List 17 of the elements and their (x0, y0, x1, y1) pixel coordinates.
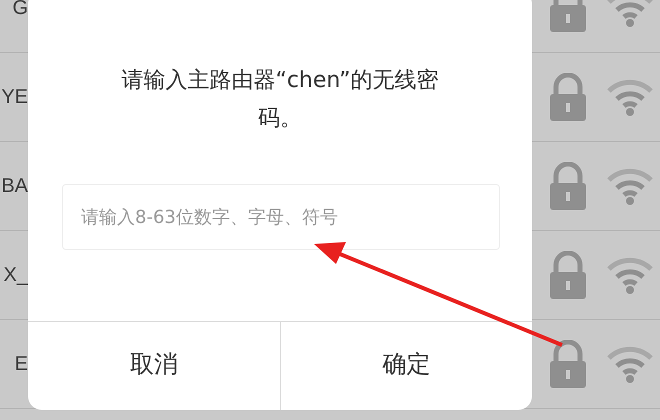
lock-icon (548, 162, 588, 210)
confirm-button[interactable]: 确定 (280, 322, 532, 410)
wifi-icon (606, 78, 654, 116)
network-name: BA (1, 174, 28, 198)
lock-icon (548, 73, 588, 121)
dialog-message: 请输入主路由器“chen”的无线密码。 (120, 67, 440, 133)
wifi-icon (606, 345, 654, 383)
network-name: YE (1, 86, 28, 108)
lock-icon (548, 251, 588, 299)
cancel-button[interactable]: 取消 (28, 322, 280, 410)
wifi-icon (606, 256, 654, 294)
network-name: E (14, 352, 28, 376)
wifi-icon (606, 167, 654, 205)
password-field[interactable]: 请输入8-63位数字、字母、符号 (62, 184, 500, 250)
lock-icon (548, 340, 588, 388)
wifi-icon (606, 0, 654, 27)
network-name: X_ (4, 264, 28, 286)
